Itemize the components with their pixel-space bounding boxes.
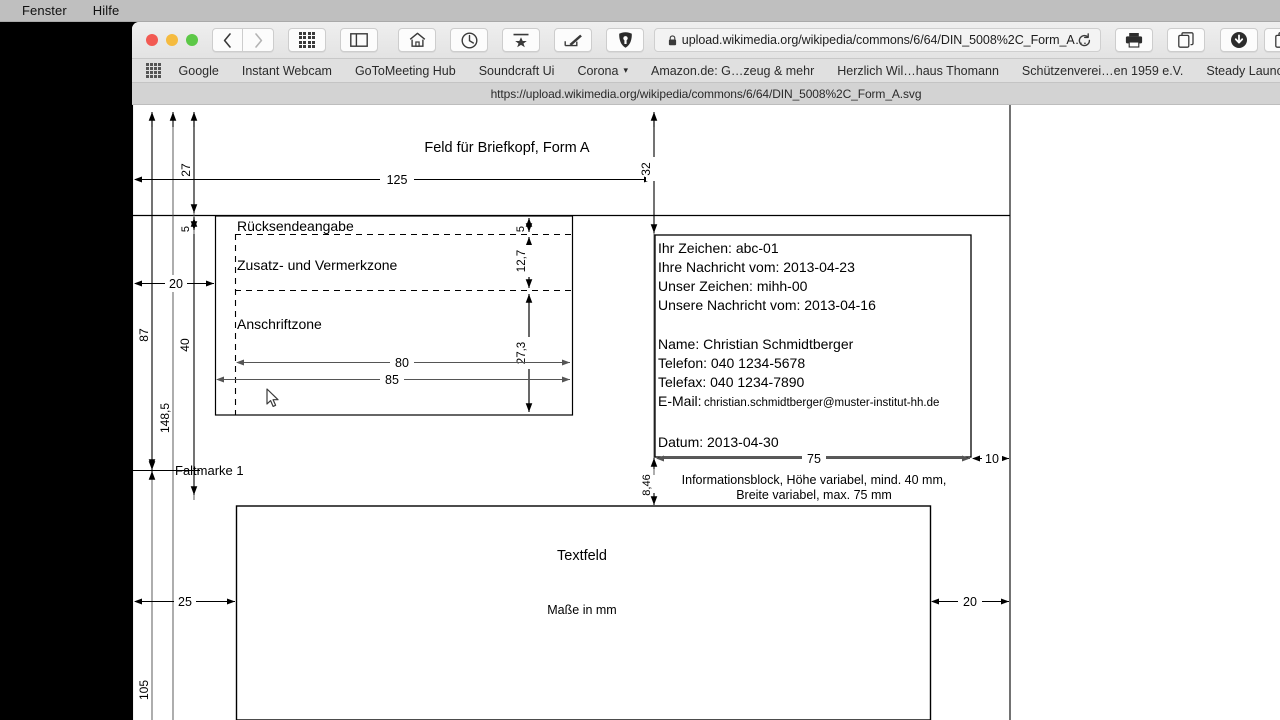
- status-url-text: https://upload.wikimedia.org/wikipedia/c…: [490, 86, 922, 101]
- mouse-cursor: [266, 388, 280, 408]
- grid-apps-icon[interactable]: [288, 28, 326, 52]
- dim-27: 27: [179, 163, 193, 177]
- dim-85: 85: [385, 373, 399, 387]
- printer-icon[interactable]: [1115, 28, 1153, 52]
- dim-105: 105: [137, 680, 151, 700]
- dim-25: 25: [178, 595, 192, 609]
- dim-125: 125: [387, 173, 408, 187]
- bookmark-label: Amazon.de: G…zeug & mehr: [650, 63, 815, 78]
- zone-label-anschriftzone: Anschriftzone: [237, 316, 322, 332]
- letterhead-label: Feld für Briefkopf, Form A: [424, 140, 590, 156]
- svg-document-viewport: Feld für Briefkopf, Form A 27 5 40 87 14…: [132, 105, 1280, 720]
- info-line-2: Ihre Nachricht vom: 2013-04-23: [658, 259, 855, 275]
- menu-item-hilfe[interactable]: Hilfe: [93, 3, 120, 18]
- browser-window: upload.wikimedia.org/wikipedia/commons/6…: [132, 22, 1280, 720]
- bookmark-gotomeeting-hub[interactable]: GoToMeeting Hub: [355, 64, 456, 78]
- reload-icon[interactable]: [1077, 33, 1092, 51]
- info-line-1: Ihr Zeichen: abc-01: [658, 240, 779, 256]
- dim-87: 87: [137, 328, 151, 342]
- bookmark-instant-webcam[interactable]: Instant Webcam: [242, 64, 332, 78]
- dim-80: 80: [395, 356, 409, 370]
- privacy-shield-icon[interactable]: [606, 28, 644, 52]
- address-bar-text: upload.wikimedia.org/wikipedia/commons/6…: [681, 33, 1088, 47]
- bookmark-soundcraft-ui[interactable]: Soundcraft Ui: [479, 64, 555, 78]
- lock-icon: [668, 34, 677, 46]
- zone-label-zusatz-vermerkzone: Zusatz- und Vermerkzone: [237, 257, 398, 273]
- dim-10: 10: [985, 452, 999, 466]
- bookmark-label: Steady Launchpad: [1206, 63, 1280, 78]
- dim-12-7: 12,7: [516, 250, 528, 272]
- bookmarks-bar: Google Instant Webcam GoToMeeting Hub So…: [132, 59, 1280, 83]
- info-contact-1: Name: Christian Schmidtberger: [658, 336, 854, 352]
- bookmark-amazon[interactable]: Amazon.de: G…zeug & mehr: [651, 64, 814, 78]
- info-date: Datum: 2013-04-30: [658, 434, 779, 450]
- browser-toolbar: upload.wikimedia.org/wikipedia/commons/6…: [132, 22, 1280, 59]
- forward-button[interactable]: [243, 28, 274, 52]
- dim-40: 40: [178, 338, 192, 352]
- menu-item-fenster[interactable]: Fenster: [22, 3, 67, 18]
- navigation-buttons: [212, 28, 274, 52]
- dim-5-left: 5: [180, 226, 192, 232]
- duplicate-tabs-icon[interactable]: [1167, 28, 1205, 52]
- window-controls: [146, 34, 198, 46]
- download-icon[interactable]: [1220, 28, 1258, 52]
- bookmark-label: Instant Webcam: [241, 63, 332, 78]
- back-button[interactable]: [212, 28, 243, 52]
- info-line-3: Unser Zeichen: mihh-00: [658, 278, 808, 294]
- masse-in-mm-note: Maße in mm: [547, 603, 616, 617]
- bookmark-label: Herzlich Wil…haus Thomann: [837, 63, 999, 78]
- close-window-button[interactable]: [146, 34, 158, 46]
- chevron-down-icon: ▾: [623, 65, 628, 75]
- address-bar[interactable]: upload.wikimedia.org/wikipedia/commons/6…: [654, 28, 1101, 52]
- sidebar-icon[interactable]: [340, 28, 378, 52]
- bookmark-label: Schützenverei…en 1959 e.V.: [1021, 63, 1184, 78]
- info-contact-2: Telefon: 040 1234-5678: [658, 355, 805, 371]
- home-icon[interactable]: [398, 28, 436, 52]
- screen: Fenster Hilfe upload.wikimedia.org/wikip…: [0, 0, 1280, 720]
- bookmarks-grid-icon[interactable]: [146, 63, 161, 78]
- macos-menu-bar: Fenster Hilfe: [0, 0, 1280, 22]
- dim-5-right: 5: [515, 226, 527, 232]
- din5008-drawing: Feld für Briefkopf, Form A 27 5 40 87 14…: [132, 105, 1280, 720]
- minimize-window-button[interactable]: [166, 34, 178, 46]
- info-email-value: christian.schmidtberger@muster-institut-…: [704, 397, 939, 409]
- dim-75: 75: [807, 452, 821, 466]
- dim-148-5: 148,5: [158, 403, 172, 433]
- zone-label-ruecksendeangabe: Rücksendeangabe: [237, 218, 354, 234]
- bookmark-schuetzenverein[interactable]: Schützenverei…en 1959 e.V.: [1022, 64, 1183, 78]
- dim-20-right: 20: [963, 595, 977, 609]
- faltmarke-label: Faltmarke 1: [175, 463, 244, 478]
- bookmark-label: Google: [178, 63, 219, 78]
- textfeld-label: Textfeld: [557, 548, 607, 564]
- status-url-strip: https://upload.wikimedia.org/wikipedia/c…: [132, 83, 1280, 105]
- bookmark-corona[interactable]: Corona ▾: [577, 64, 628, 78]
- dim-32: 32: [639, 162, 653, 176]
- info-caption-line2: Breite variabel, max. 75 mm: [736, 488, 892, 502]
- info-line-4: Unsere Nachricht vom: 2013-04-16: [658, 297, 876, 313]
- dim-20-left: 20: [169, 277, 183, 291]
- bookmark-steady-launchpad[interactable]: Steady Launchpad: [1206, 64, 1280, 78]
- history-clock-icon[interactable]: [450, 28, 488, 52]
- info-caption-line1: Informationsblock, Höhe variabel, mind. …: [682, 473, 947, 487]
- dim-27-3: 27,3: [516, 342, 528, 364]
- info-contact-3: Telefax: 040 1234-7890: [658, 374, 805, 390]
- dim-8-46: 8,46: [641, 474, 653, 495]
- bookmark-thomann[interactable]: Herzlich Wil…haus Thomann: [837, 64, 999, 78]
- bookmark-label: Soundcraft Ui: [478, 63, 555, 78]
- show-tabs-icon[interactable]: [1264, 28, 1280, 52]
- edit-note-icon[interactable]: [554, 28, 592, 52]
- zoom-window-button[interactable]: [186, 34, 198, 46]
- bookmark-label: GoToMeeting Hub: [354, 63, 456, 78]
- bookmark-label: Corona: [577, 63, 619, 78]
- bookmark-google[interactable]: Google: [179, 64, 219, 78]
- info-email-label: E-Mail:: [658, 393, 702, 409]
- reading-list-icon[interactable]: [502, 28, 540, 52]
